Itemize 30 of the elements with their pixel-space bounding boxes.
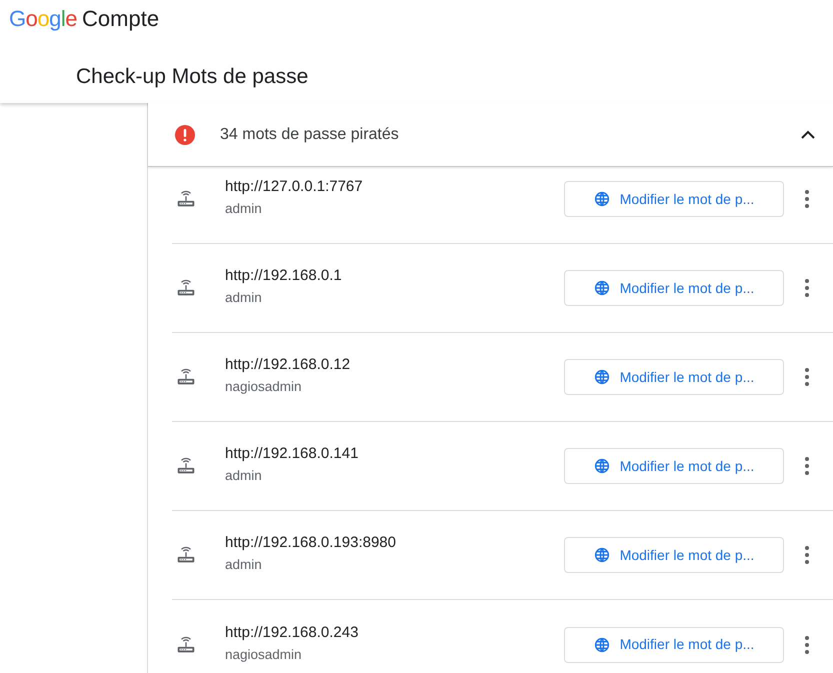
- warning-icon: [174, 124, 196, 146]
- username: admin: [225, 467, 263, 485]
- username: admin: [225, 289, 263, 307]
- site-url: http://127.0.0.1:7767: [225, 178, 364, 196]
- change-password-button[interactable]: Modifier le mot de p...: [564, 537, 784, 573]
- site-url: http://192.168.0.141: [225, 445, 360, 463]
- section-header[interactable]: 34 mots de passe piratés: [148, 103, 833, 167]
- page-title: Check-up Mots de passe: [76, 64, 308, 90]
- change-password-button[interactable]: Modifier le mot de p...: [564, 448, 784, 484]
- change-password-button[interactable]: Modifier le mot de p...: [564, 359, 784, 395]
- site-url: http://192.168.0.243: [225, 624, 360, 642]
- username: nagiosadmin: [225, 378, 303, 396]
- chevron-up-icon: [801, 130, 815, 139]
- product-name: Compte: [82, 5, 160, 33]
- change-password-button[interactable]: Modifier le mot de p...: [564, 270, 784, 306]
- google-logo: Google: [9, 5, 78, 33]
- globe-icon: [594, 369, 610, 385]
- username: nagiosadmin: [225, 646, 303, 664]
- globe-icon: [594, 547, 610, 563]
- globe-icon: [594, 280, 610, 296]
- change-password-button[interactable]: Modifier le mot de p...: [564, 626, 784, 662]
- site-url: http://192.168.0.1: [225, 267, 343, 285]
- username: admin: [225, 556, 263, 574]
- globe-icon: [594, 636, 610, 652]
- username: admin: [225, 200, 263, 218]
- site-url: http://192.168.0.193:8980: [225, 534, 397, 552]
- globe-icon: [594, 191, 610, 207]
- change-password-button[interactable]: Modifier le mot de p...: [564, 181, 784, 217]
- globe-icon: [594, 458, 610, 474]
- site-url: http://192.168.0.12: [225, 356, 352, 374]
